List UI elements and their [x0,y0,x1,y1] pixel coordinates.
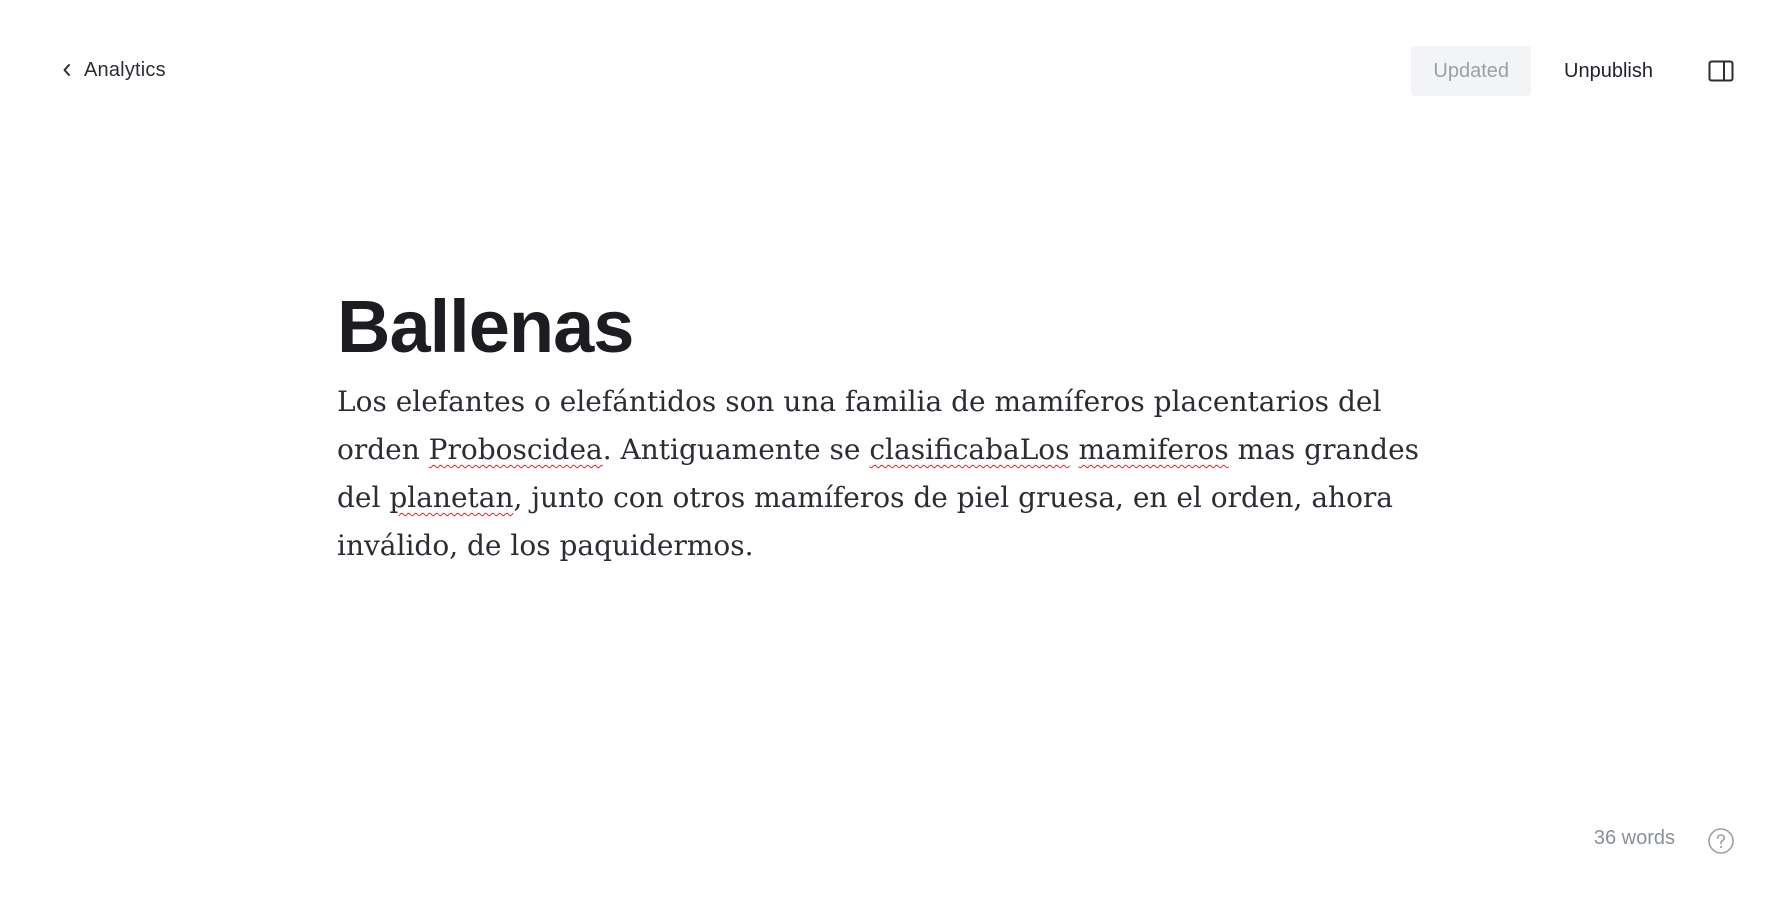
help-circle-icon [1708,828,1734,854]
top-toolbar: Updated Unpublish [1411,46,1734,96]
chevron-left-icon [63,64,70,76]
updated-button[interactable]: Updated [1411,46,1532,96]
body-text-segment: . Antiguamente se [602,433,870,466]
word-count: 36 words [1593,827,1675,849]
document-body[interactable]: Los elefantes o elefántidos son una fami… [337,378,1467,570]
document-editor[interactable]: Ballenas Los elefantes o elefántidos son… [337,282,1477,570]
back-link-analytics[interactable]: Analytics [62,56,166,84]
help-button[interactable] [1707,827,1735,855]
sidebar-toggle-button[interactable] [1708,60,1734,82]
misspelled-word: clasificabaLos [869,433,1070,466]
back-link-label: Analytics [84,58,166,81]
sidebar-toggle-icon [1708,60,1734,82]
document-title[interactable]: Ballenas [337,282,1477,372]
misspelled-word: Proboscidea [428,433,603,466]
misspelled-word: mamiferos [1078,433,1229,466]
misspelled-word: planetan [389,481,514,514]
unpublish-button[interactable]: Unpublish [1531,46,1653,96]
